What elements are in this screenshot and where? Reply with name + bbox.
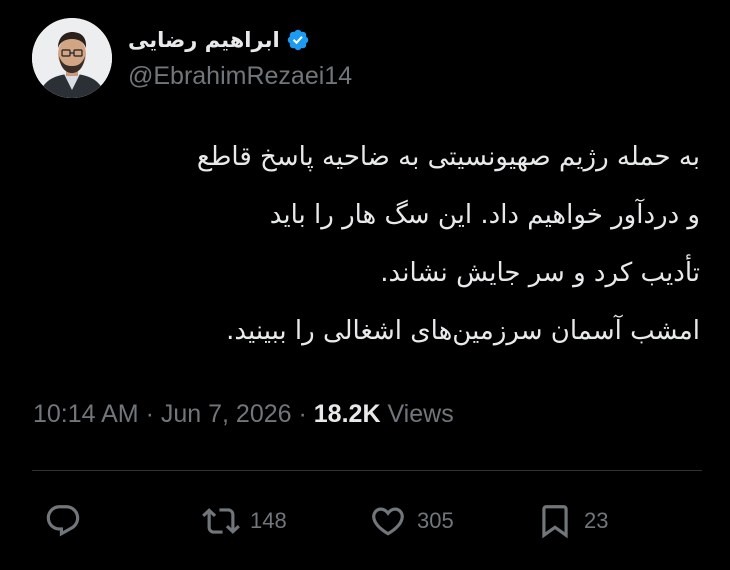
reply-icon [46,505,80,537]
views-count[interactable]: 18.2K [314,400,381,428]
tweet-text: به حمله رژیم صهیونسیتی به ضاحیه پاسخ قاط… [30,128,700,360]
verified-badge-icon [286,28,310,52]
like-button[interactable]: 305 [369,496,454,546]
tweet-time[interactable]: 10:14 AM [33,400,139,428]
tweet-text-line: و دردآور خواهیم داد. این سگ هار را باید [269,200,700,230]
heart-icon [372,507,404,536]
like-count: 305 [417,508,454,533]
retweet-button[interactable]: 148 [202,496,287,546]
retweet-count: 148 [250,508,287,533]
meta-separator: · [145,400,154,428]
tweet-meta: 10:14 AM · Jun 7, 2026 · 18.2K Views [33,400,454,429]
avatar[interactable] [32,18,112,98]
author-name-row: ابراهیم رضایی [128,24,310,56]
tweet-text-line: امشب آسمان سرزمین‌های اشغالی را ببینید. [226,316,700,346]
bookmark-count: 23 [584,508,609,533]
tweet-date[interactable]: Jun 7, 2026 [161,400,292,428]
author-display-name[interactable]: ابراهیم رضایی [128,28,280,52]
retweet-icon [202,508,240,534]
reply-button[interactable] [44,496,92,546]
profile-photo-icon [32,18,112,98]
tweet-text-line: به حمله رژیم صهیونسیتی به ضاحیه پاسخ قاط… [196,142,700,172]
views-label: Views [387,400,454,428]
author-handle[interactable]: @EbrahimRezaei14 [128,62,352,91]
tweet-card: ابراهیم رضایی @EbrahimRezaei14 به حمله ر… [0,0,730,570]
tweet-text-line: تأدیب کرد و سر جایش نشاند. [380,258,700,288]
bookmark-icon [542,505,568,539]
bookmark-button[interactable]: 23 [536,496,608,546]
action-bar: 148 305 23 [0,496,730,546]
meta-separator: · [298,400,307,428]
divider [32,470,702,471]
